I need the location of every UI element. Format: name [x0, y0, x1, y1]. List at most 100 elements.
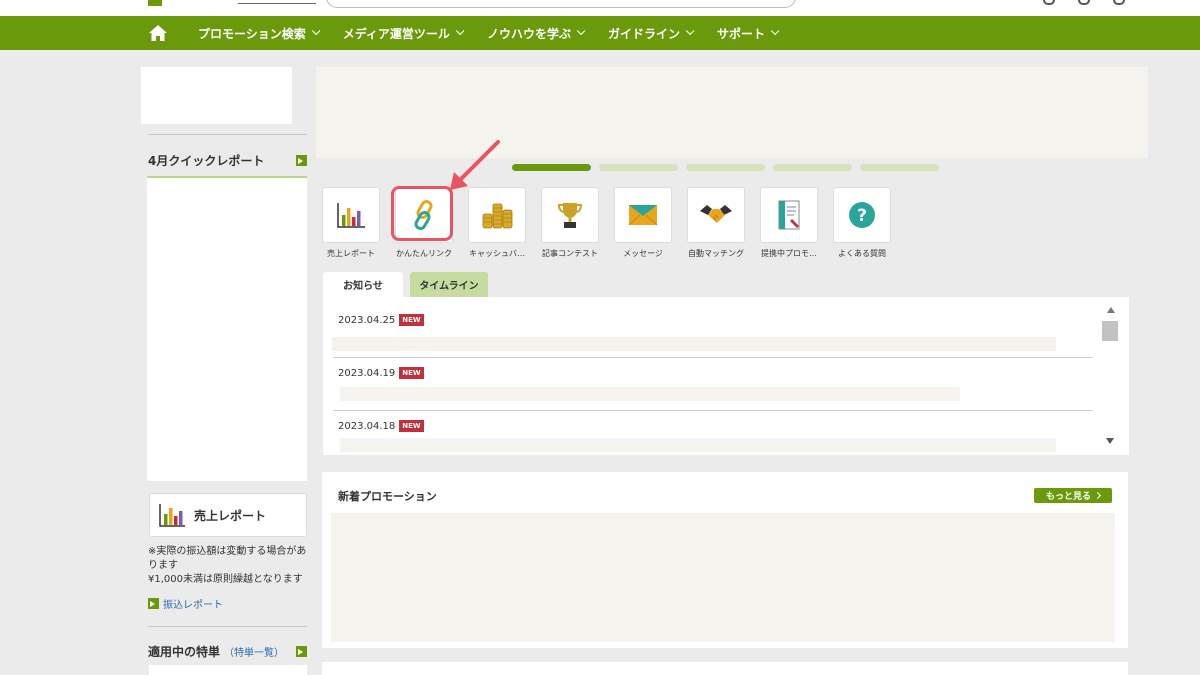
link-icon: [414, 200, 433, 230]
top-header-strip: [0, 0, 1200, 16]
carousel-dot[interactable]: [599, 164, 678, 171]
chevron-down-icon: [311, 26, 321, 36]
news-text-placeholder[interactable]: [340, 387, 960, 401]
header-link-underline: [238, 3, 316, 4]
quick-article-contest[interactable]: 記事コンテスト: [541, 187, 599, 259]
news-text-placeholder[interactable]: [332, 337, 1056, 351]
list-item[interactable]: 2023.04.18 NEW: [338, 420, 1093, 432]
special-rate-list-link[interactable]: （特単一覧）: [224, 648, 284, 659]
quick-label: 提携中プロモ…: [761, 249, 817, 258]
nav-guidelines[interactable]: ガイドライン: [607, 25, 695, 42]
carousel-dot[interactable]: [512, 164, 591, 171]
user-icon[interactable]: [1043, 0, 1055, 5]
quick-message[interactable]: メッセージ: [614, 187, 672, 259]
nav-support[interactable]: サポート: [716, 25, 780, 42]
notice-scrollbar[interactable]: [1102, 304, 1119, 448]
scroll-down-icon[interactable]: [1106, 438, 1114, 444]
list-item[interactable]: 2023.04.25 NEW: [338, 314, 1093, 326]
arrow-right-icon[interactable]: [296, 646, 307, 657]
see-more-button[interactable]: もっと見る: [1034, 488, 1112, 503]
quick-tile[interactable]: [541, 187, 599, 243]
coins-icon: [482, 203, 513, 229]
special-rate-panel: [149, 665, 307, 675]
carousel-dot[interactable]: [773, 164, 852, 171]
quick-label: キャッシュバ…: [469, 249, 525, 258]
quick-label: よくある質問: [838, 249, 886, 258]
carousel-dot[interactable]: [860, 164, 939, 171]
quick-cashback[interactable]: キャッシュバ…: [468, 187, 526, 259]
bar-chart-icon: [159, 504, 185, 527]
bar-chart-icon: [337, 203, 365, 228]
quick-sales-report[interactable]: 売上レポート: [322, 187, 380, 259]
carousel-dot[interactable]: [686, 164, 765, 171]
notice-list: 2023.04.25 NEW 2023.04.19 NEW 2023.04.18 NE…: [323, 297, 1129, 455]
chevron-down-icon: [685, 26, 695, 36]
quick-tile[interactable]: [614, 187, 672, 243]
nav-label: サポート: [716, 26, 765, 41]
quick-report-panel: [147, 176, 307, 481]
new-badge: NEW: [399, 314, 424, 326]
quick-tile[interactable]: [687, 187, 745, 243]
news-date: 2023.04.19: [338, 367, 396, 379]
transfer-report-link[interactable]: 振込レポート: [148, 596, 223, 611]
new-promotions-panel: 新着プロモーション もっと見る: [322, 472, 1128, 648]
note-text: ※実際の振込額は変動する場合があります ¥1,000未満は原則繰越となります: [148, 546, 307, 585]
quick-partner-promotions[interactable]: 提携中プロモ…: [760, 187, 818, 259]
new-badge: NEW: [399, 367, 424, 379]
bell-icon[interactable]: [1078, 0, 1090, 5]
chevron-down-icon: [455, 26, 465, 36]
promotions-content: [331, 513, 1115, 642]
quick-label: かんたんリンク: [396, 249, 452, 258]
main-banner-carousel[interactable]: [316, 67, 1148, 158]
quick-faq[interactable]: ? よくある質問: [833, 187, 891, 259]
quick-report-header[interactable]: 4月クイックレポート: [148, 152, 307, 169]
carousel-indicators: [512, 164, 947, 171]
quick-tile[interactable]: ?: [833, 187, 891, 243]
transfer-report-label: 振込レポート: [163, 600, 223, 611]
search-input[interactable]: [326, 0, 796, 8]
scroll-thumb[interactable]: [1102, 321, 1118, 341]
quick-menu: 売上レポート かんたんリンク キャッシュバ… 記事コンテスト メッセージ 自動マ…: [322, 187, 906, 259]
special-rate-header: 適用中の特単 （特単一覧）: [148, 643, 307, 660]
mail-icon: [628, 205, 658, 226]
quick-auto-matching[interactable]: 自動マッチング: [687, 187, 745, 259]
news-text-placeholder[interactable]: [340, 438, 1056, 452]
nav-learn-knowhow[interactable]: ノウハウを学ぶ: [486, 25, 586, 42]
divider: [148, 626, 307, 627]
nav-label: メディア運営ツール: [342, 26, 450, 41]
divider: [333, 410, 1093, 411]
site-logo[interactable]: [148, 0, 162, 6]
sidebar-ad-banner[interactable]: [141, 67, 292, 124]
arrow-right-icon: [148, 598, 159, 609]
sales-report-card[interactable]: 売上レポート: [149, 493, 307, 537]
arrow-right-icon[interactable]: [296, 155, 307, 166]
quick-easy-link[interactable]: かんたんリンク: [395, 187, 453, 259]
document-icon: [778, 200, 800, 230]
quick-tile[interactable]: [322, 187, 380, 243]
quick-tile[interactable]: [760, 187, 818, 243]
tab-notice[interactable]: お知らせ: [323, 272, 403, 297]
trophy-icon: [557, 203, 583, 228]
nav-promotion-search[interactable]: プロモーション検索: [198, 25, 321, 42]
quick-tile[interactable]: [468, 187, 526, 243]
nav-media-tools[interactable]: メディア運営ツール: [342, 25, 465, 42]
tab-timeline[interactable]: タイムライン: [410, 272, 488, 297]
quick-label: 記事コンテスト: [542, 249, 598, 258]
list-item[interactable]: 2023.04.19 NEW: [338, 367, 1093, 379]
annotation-arrow-icon: [450, 140, 500, 190]
news-date: 2023.04.25: [338, 314, 396, 326]
quick-label: メッセージ: [623, 249, 663, 258]
nav-label: ノウハウを学ぶ: [486, 26, 571, 41]
divider: [148, 134, 307, 135]
chevron-down-icon: [770, 26, 780, 36]
home-icon[interactable]: [149, 25, 167, 41]
see-more-label: もっと見る: [1045, 492, 1091, 502]
quick-tile[interactable]: [395, 187, 453, 243]
scroll-up-icon[interactable]: [1106, 307, 1115, 313]
sales-card-label: 売上レポート: [194, 508, 267, 523]
global-nav: プロモーション検索 メディア運営ツール ノウハウを学ぶ ガイドライン サポート: [0, 16, 1200, 50]
menu-icon[interactable]: [1113, 0, 1125, 5]
nav-label: ガイドライン: [607, 26, 680, 41]
quick-report-title: 4月クイックレポート: [148, 154, 265, 168]
transfer-note: ※実際の振込額は変動する場合があります ¥1,000未満は原則繰越となります: [148, 545, 308, 587]
